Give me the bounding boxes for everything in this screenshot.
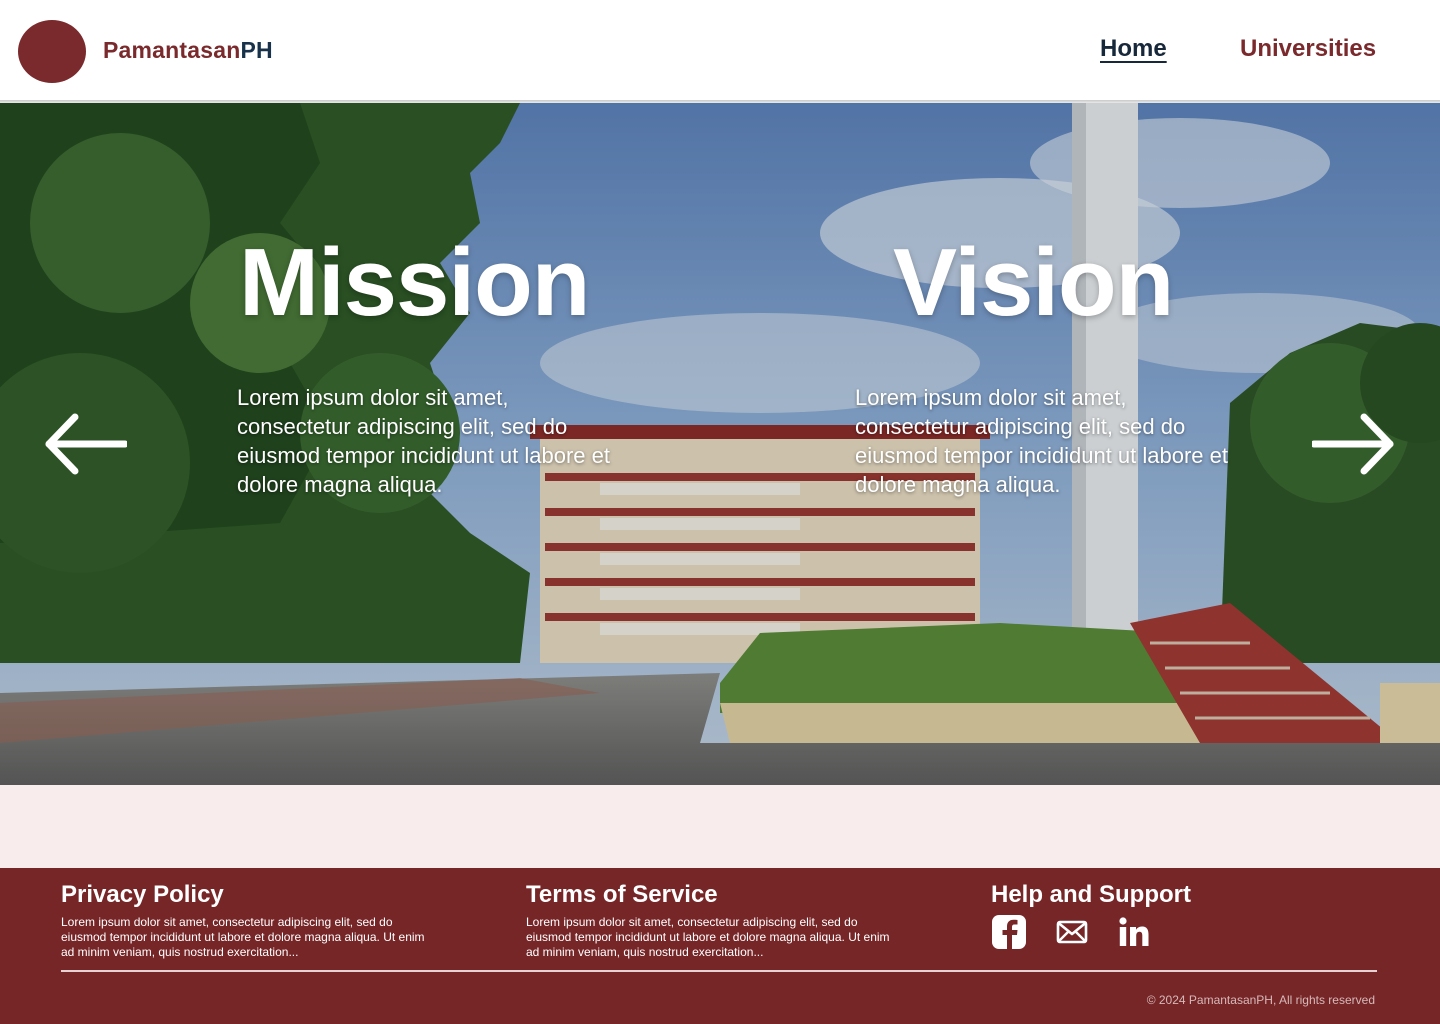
logo[interactable] [18, 20, 86, 83]
brand-name[interactable]: PamantasanPH [103, 37, 273, 64]
email-link[interactable] [1054, 914, 1090, 950]
copyright-text: © 2024 PamantasanPH, All rights reserved [1146, 993, 1375, 1007]
vision-text: Lorem ipsum dolor sit amet, consectetur … [855, 385, 1228, 497]
privacy-policy-link[interactable]: Privacy Policy [61, 881, 431, 909]
terms-of-service-link[interactable]: Terms of Service [526, 881, 896, 909]
brand-name-part1: Pamantasan [103, 37, 241, 63]
site-footer: Privacy Policy Lorem ipsum dolor sit ame… [0, 868, 1440, 1024]
footer-terms-section: Terms of Service Lorem ipsum dolor sit a… [526, 881, 896, 960]
linkedin-link[interactable] [1116, 914, 1152, 950]
site-header: PamantasanPH Home Universities [0, 0, 1440, 100]
nav-universities-link[interactable]: Universities [1240, 35, 1376, 63]
arrow-left-icon [45, 413, 129, 475]
content-band [0, 785, 1440, 868]
nav-home-link[interactable]: Home [1100, 35, 1167, 63]
footer-privacy-section: Privacy Policy Lorem ipsum dolor sit ame… [61, 881, 431, 960]
facebook-icon [992, 915, 1026, 949]
linkedin-icon [1119, 917, 1149, 946]
mission-title: Mission [239, 229, 590, 336]
arrow-right-icon [1310, 413, 1394, 475]
help-and-support-heading: Help and Support [991, 881, 1191, 908]
hero-carousel: Mission Lorem ipsum dolor sit amet, cons… [0, 103, 1440, 785]
brand-name-part2: PH [240, 37, 273, 63]
footer-divider [61, 970, 1377, 972]
privacy-policy-text: Lorem ipsum dolor sit amet, consectetur … [61, 915, 425, 959]
facebook-link[interactable] [991, 914, 1027, 950]
carousel-prev-button[interactable] [43, 413, 129, 475]
terms-of-service-text: Lorem ipsum dolor sit amet, consectetur … [526, 915, 890, 959]
mission-text: Lorem ipsum dolor sit amet, consectetur … [237, 385, 610, 497]
carousel-next-button[interactable] [1310, 413, 1396, 475]
footer-help-section: Help and Support [991, 881, 1191, 909]
vision-title: Vision [893, 229, 1174, 336]
mail-icon [1056, 920, 1088, 944]
